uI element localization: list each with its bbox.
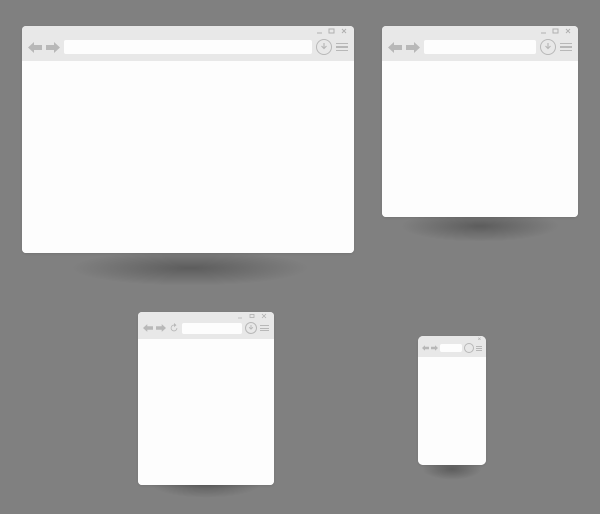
url-input[interactable] (440, 344, 462, 352)
forward-icon[interactable] (46, 42, 60, 53)
url-input[interactable] (182, 323, 242, 334)
toolbar (22, 35, 354, 61)
toolbar (138, 319, 274, 339)
maximize-button[interactable] (328, 28, 338, 34)
close-button[interactable] (340, 28, 350, 34)
forward-icon[interactable] (431, 345, 438, 351)
forward-icon[interactable] (406, 42, 420, 53)
close-button[interactable] (260, 313, 270, 319)
url-input[interactable] (424, 40, 536, 54)
browser-window-mobile (418, 336, 486, 465)
download-icon[interactable] (316, 39, 332, 55)
close-button[interactable] (477, 337, 483, 341)
reload-icon[interactable] (169, 323, 179, 333)
menu-icon[interactable] (476, 346, 482, 351)
titlebar (138, 312, 274, 319)
maximize-button[interactable] (552, 28, 562, 34)
menu-icon[interactable] (260, 325, 269, 331)
minimize-button[interactable] (236, 313, 246, 319)
content-area (382, 61, 578, 217)
toolbar (382, 35, 578, 61)
back-icon[interactable] (388, 42, 402, 53)
content-area (22, 61, 354, 253)
content-area (418, 357, 486, 465)
menu-icon[interactable] (560, 43, 572, 52)
titlebar (22, 26, 354, 35)
back-icon[interactable] (143, 324, 153, 332)
download-icon[interactable] (245, 322, 257, 334)
back-icon[interactable] (422, 345, 429, 351)
back-icon[interactable] (28, 42, 42, 53)
toolbar (418, 341, 486, 357)
browser-window-tablet (138, 312, 274, 485)
maximize-button[interactable] (248, 313, 258, 319)
menu-icon[interactable] (336, 43, 348, 52)
forward-icon[interactable] (156, 324, 166, 332)
content-area (138, 339, 274, 485)
minimize-button[interactable] (540, 28, 550, 34)
close-button[interactable] (564, 28, 574, 34)
titlebar (382, 26, 578, 35)
minimize-button[interactable] (316, 28, 326, 34)
download-icon[interactable] (464, 343, 474, 353)
browser-window-desktop (22, 26, 354, 253)
download-icon[interactable] (540, 39, 556, 55)
shadow (70, 250, 310, 286)
browser-window-laptop (382, 26, 578, 217)
url-input[interactable] (64, 40, 312, 54)
